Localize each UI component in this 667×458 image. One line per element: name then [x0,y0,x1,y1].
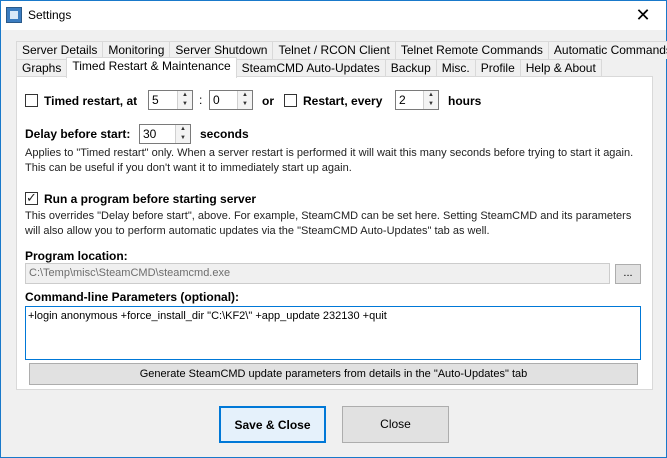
time-separator: : [199,93,203,107]
close-window-button[interactable]: ✕ [620,1,666,30]
tab-panel-timed-restart: Timed restart, at 5 ▲ ▼ : 0 ▲ ▼ or Restart… [16,76,653,390]
timed-restart-minute-stepper[interactable]: 0 ▲ ▼ [209,90,253,110]
tab-graphs[interactable]: Graphs [16,59,68,77]
spin-up-icon[interactable]: ▲ [424,91,438,100]
tab-steamcmd-auto-updates[interactable]: SteamCMD Auto-Updates [235,59,386,77]
delay-stepper[interactable]: 30 ▲ ▼ [139,124,191,144]
spin-down-icon[interactable]: ▼ [176,134,190,143]
program-location-label: Program location: [25,249,128,263]
restart-every-label: Restart, every [303,94,383,108]
hours-label: hours [448,94,482,108]
tab-help-about[interactable]: Help & About [519,59,602,77]
tab-profile[interactable]: Profile [474,59,521,77]
tab-misc[interactable]: Misc. [435,59,476,77]
spin-down-icon[interactable]: ▼ [424,100,438,109]
timed-restart-hour-stepper[interactable]: 5 ▲ ▼ [148,90,193,110]
restart-every-stepper[interactable]: 2 ▲ ▼ [395,90,439,110]
tab-row-2: Graphs Timed Restart & Maintenance SteamCM… [16,57,602,78]
seconds-label: seconds [200,127,249,141]
program-location-field[interactable]: C:\Temp\misc\SteamCMD\steamcmd.exe [25,263,610,284]
close-button[interactable]: Close [342,406,449,443]
restart-every-value: 2 [399,93,406,107]
browse-button[interactable]: ... [615,264,641,284]
tab-strip: Server Details Monitoring Server Shutdown T… [16,41,667,78]
delay-help-text: Applies to "Timed restart" only. When a … [25,147,634,174]
restart-every-checkbox[interactable] [284,94,297,107]
tab-timed-restart-maintenance[interactable]: Timed Restart & Maintenance [66,57,237,78]
tab-telnet-remote-commands[interactable]: Telnet Remote Commands [394,41,549,59]
spin-up-icon[interactable]: ▲ [238,91,252,100]
tab-backup[interactable]: Backup [384,59,437,77]
settings-window: Settings ✕ Server Details Monitoring Serve… [0,0,667,458]
tab-automatic-commands[interactable]: Automatic Commands [547,41,667,59]
hour-value: 5 [152,93,159,107]
params-textarea[interactable]: +login anonymous +force_install_dir "C:\… [25,306,641,360]
spin-up-icon[interactable]: ▲ [178,91,192,100]
save-close-button[interactable]: Save & Close [219,406,326,443]
timed-restart-checkbox[interactable] [25,94,38,107]
title-bar: Settings ✕ [1,1,666,30]
run-program-help-text: This overrides "Delay before start", abo… [25,210,632,237]
minute-value: 0 [213,93,220,107]
generate-params-button[interactable]: Generate SteamCMD update parameters from… [29,363,638,385]
params-label: Command-line Parameters (optional): [25,290,240,304]
delay-value: 30 [143,127,157,141]
spin-down-icon[interactable]: ▼ [238,100,252,109]
run-program-checkbox[interactable] [25,190,38,206]
run-program-label: Run a program before starting server [44,192,257,206]
timed-restart-label: Timed restart, at [44,94,138,108]
window-title: Settings [28,8,72,22]
tab-telnet-rcon-client[interactable]: Telnet / RCON Client [272,41,396,59]
delay-label: Delay before start: [25,127,131,141]
spin-up-icon[interactable]: ▲ [176,125,190,134]
spin-down-icon[interactable]: ▼ [178,100,192,109]
or-label: or [262,94,274,108]
app-icon [6,7,22,23]
